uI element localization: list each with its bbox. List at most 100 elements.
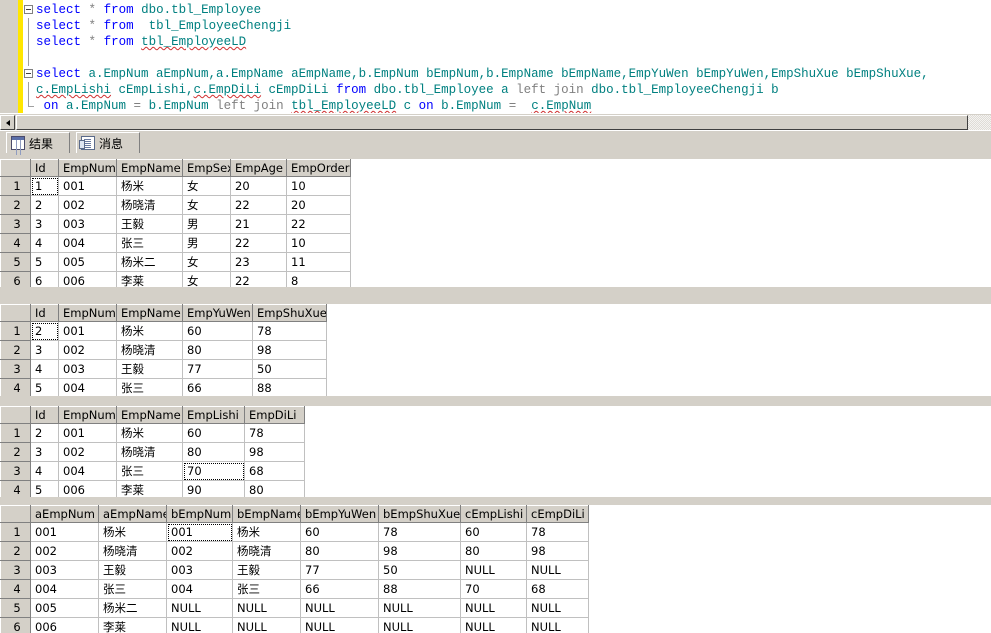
grid-cell[interactable]: 88 [252, 378, 327, 396]
grid-cell[interactable]: 70 [460, 579, 527, 599]
table-row[interactable]: 3 3 003 王毅男 21 22 [0, 214, 351, 234]
table-row[interactable]: 3 003 王毅 003 王毅 77 50 NULL NULL [0, 560, 589, 580]
code-line-6[interactable]: c.EmpLishi cEmpLishi,c.EmpDiLi cEmpDiLi … [36, 82, 779, 98]
sql-editor[interactable]: select * from dbo.tbl_Employee select * f… [0, 0, 991, 113]
grid-cell[interactable]: 68 [244, 461, 305, 481]
grid-corner-header[interactable] [0, 304, 31, 322]
row-header[interactable]: 2 [0, 442, 31, 462]
grid-cell[interactable]: 女 [182, 252, 231, 272]
join-grid[interactable]: aEmpNum aEmpName bEmpNum bEmpName bEmpYuWen b… [0, 505, 991, 633]
grid-cell[interactable]: 11 [286, 252, 351, 272]
column-header[interactable]: aEmpName [98, 505, 167, 523]
column-header[interactable]: EmpNum [58, 304, 117, 322]
grid-cell[interactable]: NULL [300, 598, 379, 618]
grid-cell[interactable]: NULL [378, 617, 461, 633]
table-row[interactable]: 6 006 李莱 NULL NULL NULL NULL NULL NULL [0, 617, 589, 633]
grid-cell[interactable]: 23 [230, 252, 287, 272]
editor-outlining-margin[interactable] [23, 0, 37, 113]
grid-cell[interactable]: 5 [30, 480, 59, 498]
row-header[interactable]: 2 [0, 541, 31, 561]
column-header[interactable]: EmpDiLi [244, 406, 305, 424]
grid-cell[interactable]: 张三 [116, 378, 183, 396]
grid-cell[interactable]: NULL [460, 560, 527, 580]
tab-messages[interactable]: 消息 [76, 132, 140, 153]
grid-cell[interactable]: 杨米 [116, 423, 183, 443]
grid-corner-header[interactable] [0, 159, 31, 177]
row-header[interactable]: 1 [0, 423, 31, 443]
column-header[interactable]: bEmpNum [166, 505, 233, 523]
grid-cell[interactable]: 杨晓清 [232, 541, 301, 561]
grid-cell[interactable]: 李莱 [116, 271, 183, 287]
row-header[interactable]: 3 [0, 214, 31, 234]
grid-cell[interactable]: NULL [378, 598, 461, 618]
grid-cell[interactable]: NULL [526, 560, 589, 580]
table-row[interactable]: 4 004 张三 004 张三 66 88 70 68 [0, 579, 589, 599]
table-row[interactable]: 1 1 001 杨米女 20 10 [0, 176, 351, 196]
scrollbar-thumb[interactable] [16, 115, 968, 130]
grid-cell[interactable]: 68 [526, 579, 589, 599]
column-header[interactable]: EmpOrder [286, 159, 351, 177]
code-line-7[interactable]: on a.EmpNum = b.EmpNum left join tbl_Emp… [36, 98, 592, 113]
grid-cell[interactable]: 3 [30, 340, 59, 360]
column-header[interactable]: aEmpNum [30, 505, 99, 523]
grid-cell[interactable]: 男 [182, 233, 231, 253]
row-header[interactable]: 1 [0, 522, 31, 542]
grid-cell[interactable]: 2 [30, 423, 59, 443]
column-header[interactable]: Id [30, 304, 59, 322]
employee-grid[interactable]: Id EmpNum EmpName EmpSex EmpAge EmpOrder 1 1 001… [0, 159, 991, 287]
grid-cell[interactable]: 女 [182, 176, 231, 196]
code-line-1[interactable]: select * from dbo.tbl_Employee [36, 2, 261, 18]
grid-cell[interactable]: 5 [30, 378, 59, 396]
grid-cell[interactable]: 3 [30, 214, 59, 234]
grid-cell[interactable]: 002 [30, 541, 99, 561]
grid-cell[interactable]: 60 [460, 522, 527, 542]
table-row[interactable]: 5 005 杨米二 NULL NULL NULL NULL NULL NULL [0, 598, 589, 618]
row-header[interactable]: 6 [0, 617, 31, 633]
grid-cell[interactable]: 22 [286, 214, 351, 234]
grid-cell[interactable]: 80 [182, 340, 253, 360]
grid-cell[interactable]: 张三 [98, 579, 167, 599]
grid-cell[interactable]: 张三 [232, 579, 301, 599]
row-header[interactable]: 3 [0, 359, 31, 379]
grid-cell[interactable]: 004 [58, 378, 117, 396]
grid-cell[interactable]: 6 [30, 271, 59, 287]
column-header[interactable]: cEmpDiLi [526, 505, 589, 523]
grid-cell[interactable]: 88 [378, 579, 461, 599]
grid-cell[interactable]: 2 [30, 195, 59, 215]
column-header[interactable]: EmpLishi [182, 406, 245, 424]
row-header[interactable]: 4 [0, 378, 31, 396]
table-row[interactable]: 3 4 004 张三 70 68 [0, 461, 305, 481]
grid-cell[interactable]: 98 [526, 541, 589, 561]
grid-cell[interactable]: 杨米 [232, 522, 301, 542]
row-header[interactable]: 4 [0, 480, 31, 498]
grid-cell[interactable]: NULL [166, 617, 233, 633]
grid-cell[interactable]: 90 [182, 480, 245, 498]
grid-cell[interactable]: 80 [300, 541, 379, 561]
grid-cell[interactable]: 005 [30, 598, 99, 618]
row-header[interactable]: 4 [0, 579, 31, 599]
column-header[interactable]: EmpName [116, 304, 183, 322]
grid-cell[interactable]: NULL [460, 598, 527, 618]
grid-cell[interactable]: 006 [58, 480, 117, 498]
column-header[interactable]: EmpName [116, 159, 183, 177]
row-header[interactable]: 2 [0, 195, 31, 215]
outline-collapse-box[interactable] [24, 69, 33, 78]
column-header[interactable]: Id [30, 406, 59, 424]
table-row[interactable]: 1 2 001 杨米 60 78 [0, 321, 327, 341]
grid-cell[interactable]: 22 [230, 195, 287, 215]
table-row[interactable]: 2 002 杨晓清 002 杨晓清 80 98 80 98 [0, 541, 589, 561]
grid-cell[interactable]: 杨米 [98, 522, 167, 542]
grid-cell[interactable]: 2 [30, 321, 59, 341]
row-header[interactable]: 5 [0, 598, 31, 618]
grid-cell[interactable]: 杨晓清 [116, 340, 183, 360]
grid-cell[interactable]: 001 [58, 423, 117, 443]
grid-cell[interactable]: NULL [232, 617, 301, 633]
grid-cell[interactable]: 66 [300, 579, 379, 599]
grid-cell[interactable]: 8 [286, 271, 351, 287]
table-row[interactable]: 2 3 002 杨晓清 80 98 [0, 340, 327, 360]
column-header[interactable]: EmpNum [58, 159, 117, 177]
row-header[interactable]: 4 [0, 233, 31, 253]
grid-cell[interactable]: 张三 [116, 461, 183, 481]
grid-cell[interactable]: 22 [230, 271, 287, 287]
grid-cell[interactable]: NULL [232, 598, 301, 618]
